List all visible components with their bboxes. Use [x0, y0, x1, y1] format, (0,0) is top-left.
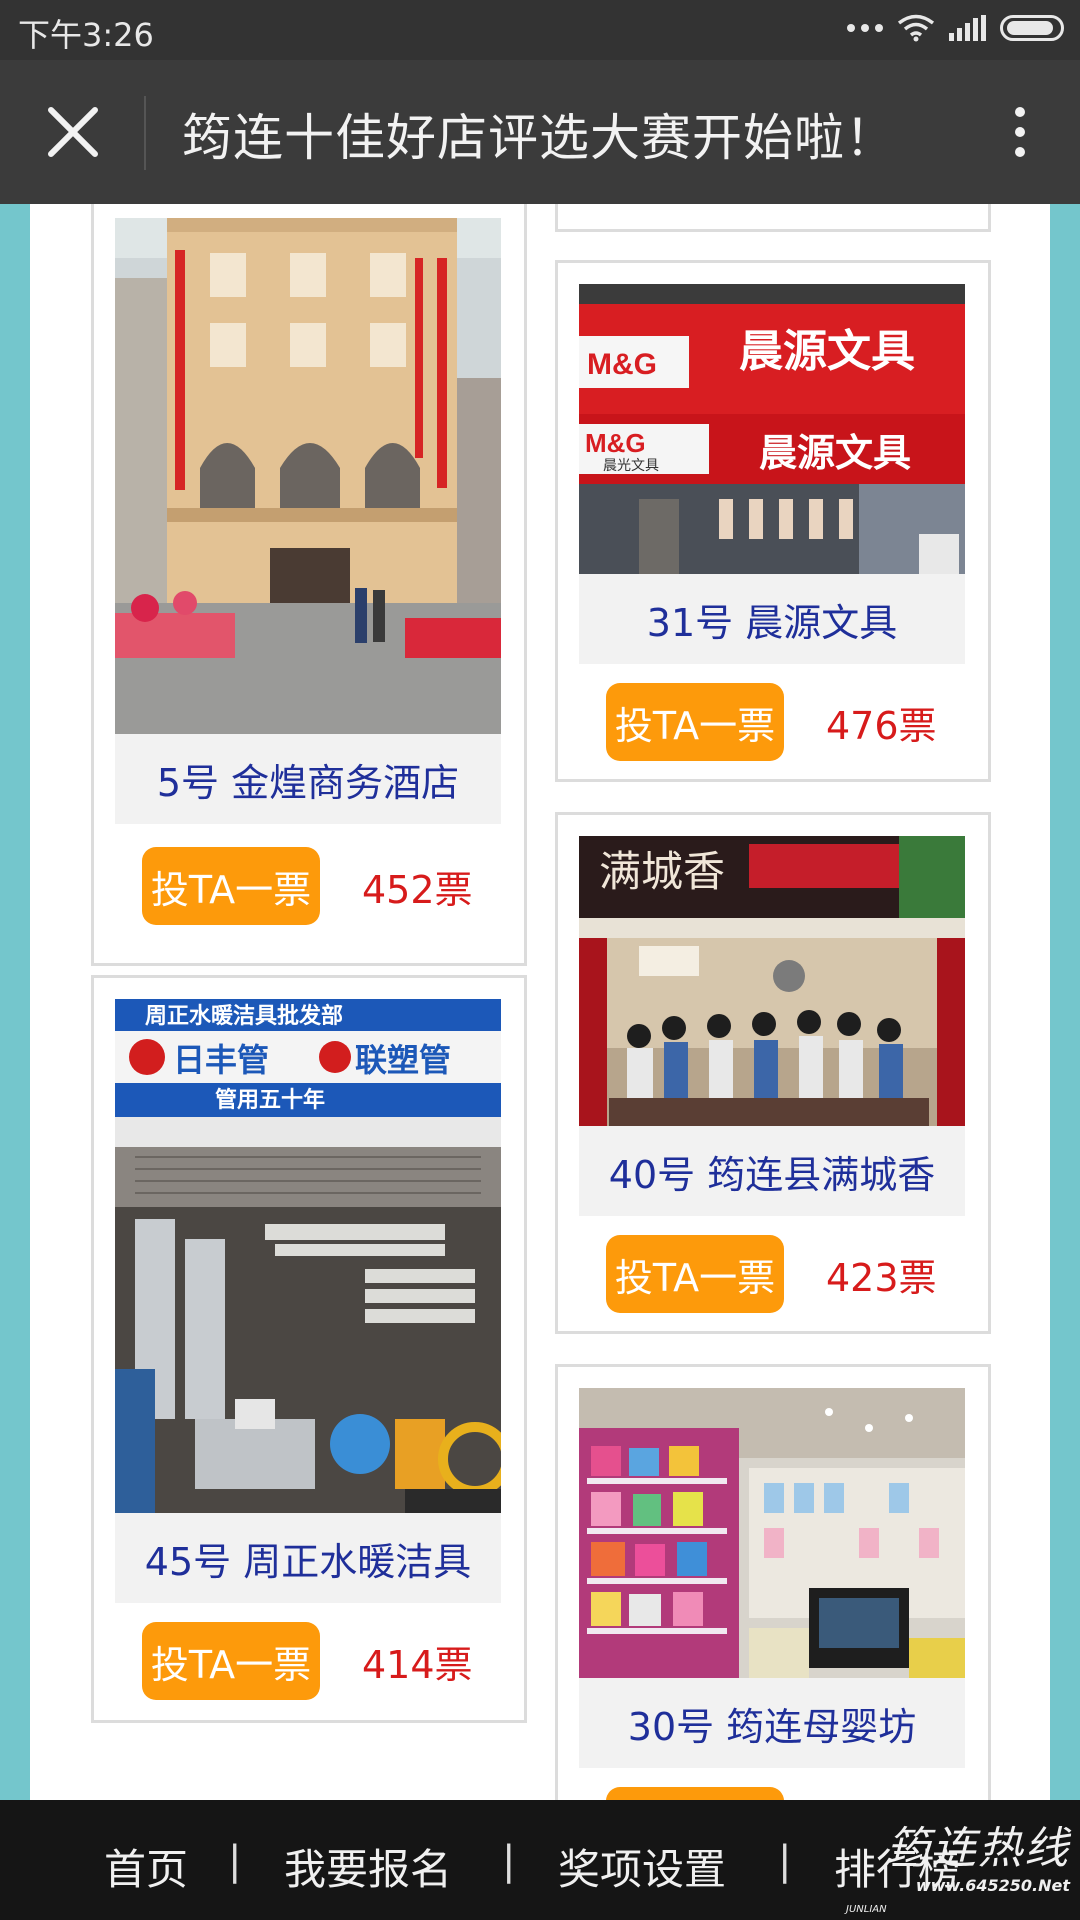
store-photo[interactable]	[579, 1388, 965, 1678]
nav-home[interactable]: 首页	[104, 1836, 188, 1897]
svg-text:M&G: M&G	[587, 348, 657, 381]
stationery-shop-photo: M&G 晨源文具 M&G 晨光文具 晨源文具	[579, 284, 965, 574]
watermark-url: www.645250.Net	[915, 1876, 1070, 1895]
vote-count: 476票	[826, 703, 937, 748]
watermark-brand: 筠连热线	[886, 1823, 1070, 1874]
store-card: 满城香 40号 筠连县满城香 投TA一票 423票	[555, 812, 991, 1334]
store-photo[interactable]: 满城香	[579, 836, 965, 1126]
store-name: 5号 金煌商务酒店	[115, 734, 501, 824]
vote-button[interactable]: 投TA一票	[606, 683, 784, 761]
nav-separator: |	[778, 1838, 792, 1884]
page-title: 筠连十佳好店评选大赛开始啦！	[182, 109, 896, 167]
store-photo[interactable]: M&G 晨源文具 M&G 晨光文具 晨源文具	[579, 284, 965, 574]
store-name: 40号 筠连县满城香	[579, 1126, 965, 1216]
vote-count: 414票	[362, 1642, 473, 1687]
status-icons	[847, 14, 1064, 42]
store-name: 30号 筠连母婴坊	[579, 1678, 965, 1768]
title-bar: 筠连十佳好店评选大赛开始啦！	[0, 60, 1080, 204]
more-vert-icon	[1015, 107, 1025, 117]
vote-button[interactable]: 投TA一票	[606, 1787, 784, 1800]
vote-button[interactable]: 投TA一票	[142, 847, 320, 925]
hotel-photo	[115, 218, 501, 734]
more-menu-button[interactable]	[990, 92, 1050, 172]
store-card: 5号 金煌商务酒店 投TA一票 452票	[91, 204, 527, 966]
wifi-icon	[897, 14, 935, 42]
bottom-nav-bar: 首页 | 我要报名 | 奖项设置 | 排行榜 筠连热线 www.645250.N…	[0, 1800, 1080, 1920]
store-card: 周正水暖洁具批发部 日丰管 联塑管 管用五十年 45号 周正水暖洁具 投TA一票…	[91, 975, 527, 1723]
svg-text:管用五十年: 管用五十年	[215, 1087, 325, 1113]
store-list[interactable]: 5号 金煌商务酒店 投TA一票 452票 M&G 晨源文具 M&G 晨光文具 晨…	[30, 204, 1050, 1800]
svg-text:满城香: 满城香	[599, 847, 725, 896]
nav-register[interactable]: 我要报名	[284, 1836, 452, 1897]
svg-text:晨源文具: 晨源文具	[759, 431, 911, 475]
store-photo[interactable]: 周正水暖洁具批发部 日丰管 联塑管 管用五十年	[115, 999, 501, 1513]
baby-store-photo	[579, 1388, 965, 1678]
store-photo[interactable]	[115, 218, 501, 734]
svg-text:M&G: M&G	[585, 428, 646, 458]
store-card: M&G 晨源文具 M&G 晨光文具 晨源文具 31号 晨源文具 投TA一票 47…	[555, 260, 991, 782]
nav-separator: |	[228, 1838, 242, 1884]
title-divider	[144, 96, 146, 170]
watermark: 筠连热线 www.645250.Net JUNLIAN	[846, 1812, 1070, 1915]
nav-separator: |	[502, 1838, 516, 1884]
signal-icon	[949, 15, 986, 41]
svg-text:周正水暖洁具批发部: 周正水暖洁具批发部	[145, 1003, 343, 1029]
store-name: 31号 晨源文具	[579, 574, 965, 664]
vote-count: 452票	[362, 867, 473, 912]
store-card-partial	[555, 204, 991, 232]
plumbing-shop-photo: 周正水暖洁具批发部 日丰管 联塑管 管用五十年	[115, 999, 501, 1513]
nav-awards[interactable]: 奖项设置	[558, 1836, 726, 1897]
close-icon	[48, 107, 98, 157]
vote-count: 423票	[826, 1255, 937, 1300]
battery-icon	[1000, 15, 1064, 41]
svg-text:日丰管: 日丰管	[173, 1041, 269, 1079]
restaurant-photo: 满城香	[579, 836, 965, 1126]
svg-text:晨光文具: 晨光文具	[603, 458, 659, 474]
svg-text:晨源文具: 晨源文具	[739, 326, 915, 377]
svg-text:联塑管: 联塑管	[355, 1041, 451, 1079]
store-card: 30号 筠连母婴坊 投TA一票	[555, 1364, 991, 1800]
vote-button[interactable]: 投TA一票	[142, 1622, 320, 1700]
status-bar: 下午3:26	[0, 0, 1080, 60]
status-time: 下午3:26	[18, 16, 154, 54]
more-notifications-icon	[847, 24, 883, 32]
vote-button[interactable]: 投TA一票	[606, 1235, 784, 1313]
close-button[interactable]	[28, 92, 118, 172]
watermark-en: JUNLIAN	[846, 1904, 887, 1915]
store-name: 45号 周正水暖洁具	[115, 1513, 501, 1603]
